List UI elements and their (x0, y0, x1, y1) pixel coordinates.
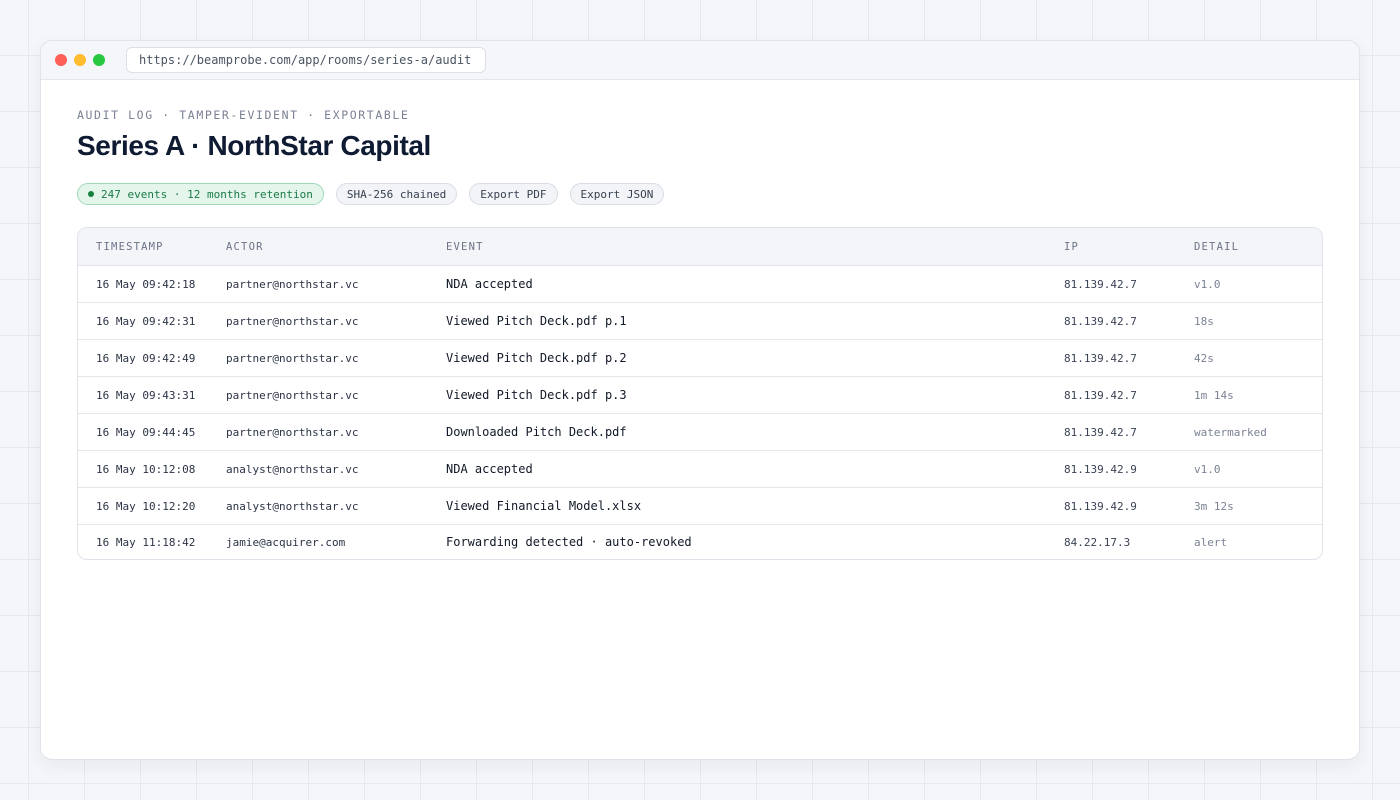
cell-event: NDA accepted (446, 277, 533, 291)
table-row[interactable]: 16 May 09:42:31 partner@northstar.vc Vie… (78, 303, 1322, 340)
page-title: Series A · NorthStar Capital (77, 130, 431, 161)
cell-timestamp: 16 May 10:12:08 (96, 462, 196, 476)
cell-detail: 1m 14s (1194, 388, 1234, 402)
cell-detail: 18s (1194, 314, 1214, 328)
cell-ip: 81.139.42.7 (1064, 351, 1137, 365)
cell-event: Viewed Pitch Deck.pdf p.2 (446, 351, 627, 365)
cell-actor: partner@northstar.vc (226, 388, 359, 402)
cell-ip: 81.139.42.7 (1064, 425, 1137, 439)
browser-titlebar: https://beamprobe.com/app/rooms/series-a… (41, 41, 1359, 80)
cell-ip: 81.139.42.9 (1064, 499, 1137, 513)
export-json-button[interactable]: Export JSON (569, 183, 665, 205)
table-row[interactable]: 16 May 10:12:20 analyst@northstar.vc Vie… (78, 488, 1322, 525)
cell-ip: 84.22.17.3 (1064, 535, 1131, 549)
cell-timestamp: 16 May 11:18:42 (96, 535, 196, 549)
cell-timestamp: 16 May 09:42:31 (96, 314, 196, 328)
cell-actor: partner@northstar.vc (226, 425, 359, 439)
column-header-detail[interactable]: DETAIL (1194, 241, 1322, 253)
cell-actor: analyst@northstar.vc (226, 499, 359, 513)
audit-log-table: TIMESTAMP ACTOR EVENT IP DETAIL 16 May 0… (77, 227, 1323, 560)
cell-detail: watermarked (1194, 425, 1267, 439)
table-row[interactable]: 16 May 09:42:18 partner@northstar.vc NDA… (78, 266, 1322, 303)
cell-event: Viewed Pitch Deck.pdf p.3 (446, 388, 627, 402)
cell-timestamp: 16 May 09:44:45 (96, 425, 196, 439)
cell-detail: 3m 12s (1194, 499, 1234, 513)
cell-actor: jamie@acquirer.com (226, 535, 346, 549)
cell-event: Viewed Pitch Deck.pdf p.1 (446, 314, 627, 328)
cell-ip: 81.139.42.7 (1064, 388, 1137, 402)
maximize-window-button[interactable] (93, 54, 105, 66)
address-bar[interactable]: https://beamprobe.com/app/rooms/series-a… (126, 47, 486, 73)
cell-detail: v1.0 (1194, 277, 1221, 291)
event-count-badge: 247 events · 12 months retention (77, 183, 324, 205)
table-row[interactable]: 16 May 09:42:49 partner@northstar.vc Vie… (78, 340, 1322, 377)
status-dot-icon (88, 191, 94, 197)
audit-log-page: AUDIT LOG · TAMPER-EVIDENT · EXPORTABLE … (41, 80, 1359, 560)
page-eyebrow: AUDIT LOG · TAMPER-EVIDENT · EXPORTABLE (77, 108, 410, 122)
cell-actor: analyst@northstar.vc (226, 462, 359, 476)
cell-actor: partner@northstar.vc (226, 314, 359, 328)
cell-timestamp: 16 May 09:43:31 (96, 388, 196, 402)
cell-detail: v1.0 (1194, 462, 1221, 476)
cell-timestamp: 16 May 09:42:49 (96, 351, 196, 365)
column-header-event[interactable]: EVENT (446, 241, 1064, 253)
column-header-actor[interactable]: ACTOR (226, 241, 446, 253)
table-row[interactable]: 16 May 09:43:31 partner@northstar.vc Vie… (78, 377, 1322, 414)
cell-event: Viewed Financial Model.xlsx (446, 499, 642, 513)
browser-window: https://beamprobe.com/app/rooms/series-a… (40, 40, 1360, 760)
cell-actor: partner@northstar.vc (226, 277, 359, 291)
close-window-button[interactable] (55, 54, 67, 66)
cell-event: NDA accepted (446, 462, 533, 476)
cell-ip: 81.139.42.9 (1064, 462, 1137, 476)
summary-chips: 247 events · 12 months retention SHA-256… (77, 183, 1323, 205)
table-row[interactable]: 16 May 11:18:42 jamie@acquirer.com Forwa… (78, 525, 1322, 559)
cell-detail: 42s (1194, 351, 1214, 365)
cell-event: Downloaded Pitch Deck.pdf (446, 425, 627, 439)
cell-timestamp: 16 May 09:42:18 (96, 277, 196, 291)
cell-detail: alert (1194, 535, 1228, 549)
table-row[interactable]: 16 May 10:12:08 analyst@northstar.vc NDA… (78, 451, 1322, 488)
column-header-ip[interactable]: IP (1064, 241, 1194, 253)
cell-event: Forwarding detected · auto-revoked (446, 535, 692, 549)
cell-ip: 81.139.42.7 (1064, 314, 1137, 328)
cell-actor: partner@northstar.vc (226, 351, 359, 365)
table-row[interactable]: 16 May 09:44:45 partner@northstar.vc Dow… (78, 414, 1322, 451)
cell-timestamp: 16 May 10:12:20 (96, 499, 196, 513)
minimize-window-button[interactable] (74, 54, 86, 66)
table-header: TIMESTAMP ACTOR EVENT IP DETAIL (78, 228, 1322, 266)
column-header-timestamp[interactable]: TIMESTAMP (78, 241, 226, 253)
hash-chain-badge: SHA-256 chained (335, 183, 458, 205)
cell-ip: 81.139.42.7 (1064, 277, 1137, 291)
export-pdf-button[interactable]: Export PDF (469, 183, 558, 205)
event-count-label: 247 events · 12 months retention (101, 187, 313, 201)
